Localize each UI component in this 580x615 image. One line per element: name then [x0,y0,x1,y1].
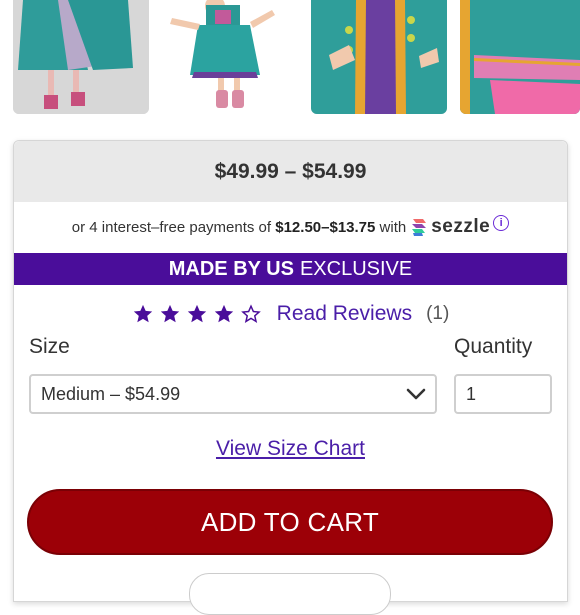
size-select[interactable]: Medium – $54.99 [29,374,437,414]
read-reviews-link[interactable]: Read Reviews [277,302,412,326]
thumbnail-3[interactable] [311,0,447,114]
banner-rest: EXCLUSIVE [299,257,413,280]
review-count: (1) [426,303,450,324]
sezzle-logo-icon [412,219,427,236]
sezzle-logo[interactable]: sezzle i [410,215,510,238]
star-filled-icon [187,304,206,323]
thumbnail-4[interactable] [460,0,580,114]
sezzle-prefix: or 4 interest–free payments of [71,218,272,236]
price-text: $49.99 – $54.99 [214,159,367,183]
size-chart-row: View Size Chart [14,437,567,461]
price-range: $49.99 – $54.99 [14,141,567,202]
star-filled-icon [160,304,179,323]
exclusive-banner: MADE BY US EXCLUSIVE [14,253,567,285]
star-filled-icon [133,304,152,323]
sezzle-installments: or 4 interest–free payments of $12.50–$1… [14,203,567,251]
add-to-cart-button[interactable]: ADD TO CART [27,489,553,555]
banner-strong: MADE BY US [168,257,294,280]
quantity-label: Quantity [454,335,533,358]
chevron-down-icon [406,388,426,400]
star-outline-icon [240,304,261,323]
size-select-value: Medium – $54.99 [41,383,181,404]
rating-row: Read Reviews (1) [14,298,567,330]
add-to-cart-label: ADD TO CART [200,506,380,537]
thumbnail-2[interactable] [160,0,298,114]
product-thumbnails [0,0,580,118]
purchase-panel: $49.99 – $54.99 or 4 interest–free payme… [13,140,568,615]
sezzle-with: with [379,218,407,236]
star-filled-icon [214,304,233,323]
sezzle-amount: $12.50–$13.75 [275,218,376,236]
secondary-button[interactable] [189,573,391,615]
size-label: Size [29,335,70,358]
thumbnail-1[interactable] [13,0,149,114]
sezzle-brand: sezzle [431,216,491,237]
info-icon[interactable]: i [493,215,510,231]
quantity-input[interactable] [454,374,552,414]
view-size-chart-link[interactable]: View Size Chart [216,437,365,460]
